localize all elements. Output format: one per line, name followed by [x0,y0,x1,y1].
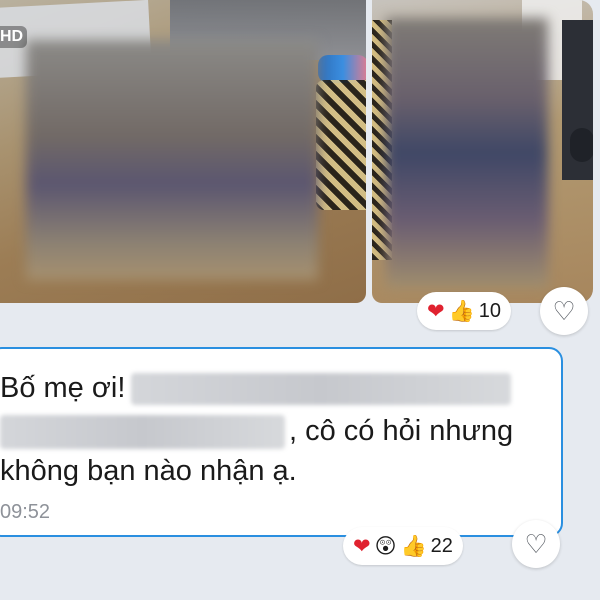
heart-icon: ❤ [427,299,445,323]
message-text: Bố mẹ ơi! [0,372,126,404]
like-button[interactable]: ♡ [540,287,588,335]
blurred-region [26,40,318,280]
redacted-text [131,373,512,406]
like-button[interactable]: ♡ [512,520,560,568]
reaction-count: 22 [430,534,453,557]
heart-outline-icon: ♡ [552,295,576,326]
reaction-summary-message[interactable]: ❤ 😲 👍 22 [343,527,463,565]
surprised-face-icon: 😲 [374,534,397,558]
photo-left[interactable] [0,0,366,303]
message-line: , cô có hỏi nhưng [0,415,514,450]
photo-tape [318,55,366,83]
message-timestamp: 09:52 [0,501,51,523]
photo-basket [316,80,366,210]
blurred-region [386,18,548,288]
message-line: không bạn nào nhận ạ. [0,455,297,488]
photo-mouse [570,128,593,162]
message-text: , cô có hỏi nhưng [289,415,514,447]
thumbs-up-icon: 👍 [400,534,427,558]
photo-right[interactable] [372,0,593,303]
reaction-summary-photos[interactable]: ❤ 👍 10 [417,292,512,330]
heart-icon: ❤ [353,534,371,558]
heart-outline-icon: ♡ [524,528,548,559]
reaction-count: 10 [478,299,502,322]
hd-badge: HD [0,26,28,48]
message-text: không bạn nào nhận ạ. [0,455,297,487]
redacted-text [0,415,285,450]
thumbs-up-icon: 👍 [448,299,475,323]
message-line: Bố mẹ ơi! [0,372,512,406]
